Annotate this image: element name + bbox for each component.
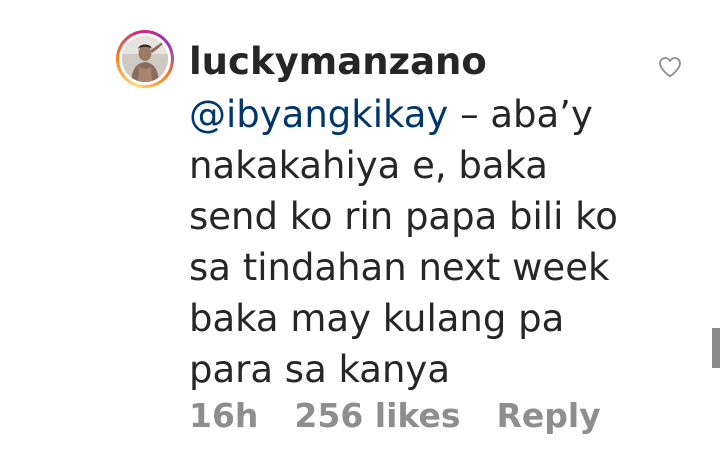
- avatar-image: [122, 36, 168, 82]
- scrollbar-thumb[interactable]: [712, 328, 720, 368]
- comment-text: @ibyangkikay – aba’y nakakahiya e, baka …: [189, 89, 639, 395]
- comment-timestamp[interactable]: 16h: [189, 393, 258, 439]
- avatar-ring-gap: [119, 33, 171, 85]
- avatar-story-ring[interactable]: [116, 30, 174, 88]
- heart-icon[interactable]: [658, 56, 682, 78]
- avatar[interactable]: [122, 36, 168, 82]
- reply-button[interactable]: Reply: [497, 393, 601, 439]
- comment-line: nakakahiya e, baka: [189, 144, 548, 187]
- mention-link[interactable]: @ibyangkikay: [189, 93, 448, 136]
- comment-meta: 16h 256 likes Reply: [189, 393, 601, 439]
- comment-line: baka may kulang pa: [189, 297, 565, 340]
- comment-line: sa tindahan next week: [189, 246, 610, 289]
- comment-item: luckymanzano @ibyangkikay – aba’y nakaka…: [0, 0, 720, 467]
- comment-text-segment: – aba’y: [448, 93, 593, 136]
- comment-line: @ibyangkikay – aba’y: [189, 89, 639, 140]
- comment-line: para sa kanya: [189, 348, 450, 391]
- heart-outline-icon: [659, 57, 681, 78]
- likes-count[interactable]: 256 likes: [294, 393, 460, 439]
- comment-line: send ko rin papa bili ko: [189, 195, 618, 238]
- username-link[interactable]: luckymanzano: [189, 38, 487, 86]
